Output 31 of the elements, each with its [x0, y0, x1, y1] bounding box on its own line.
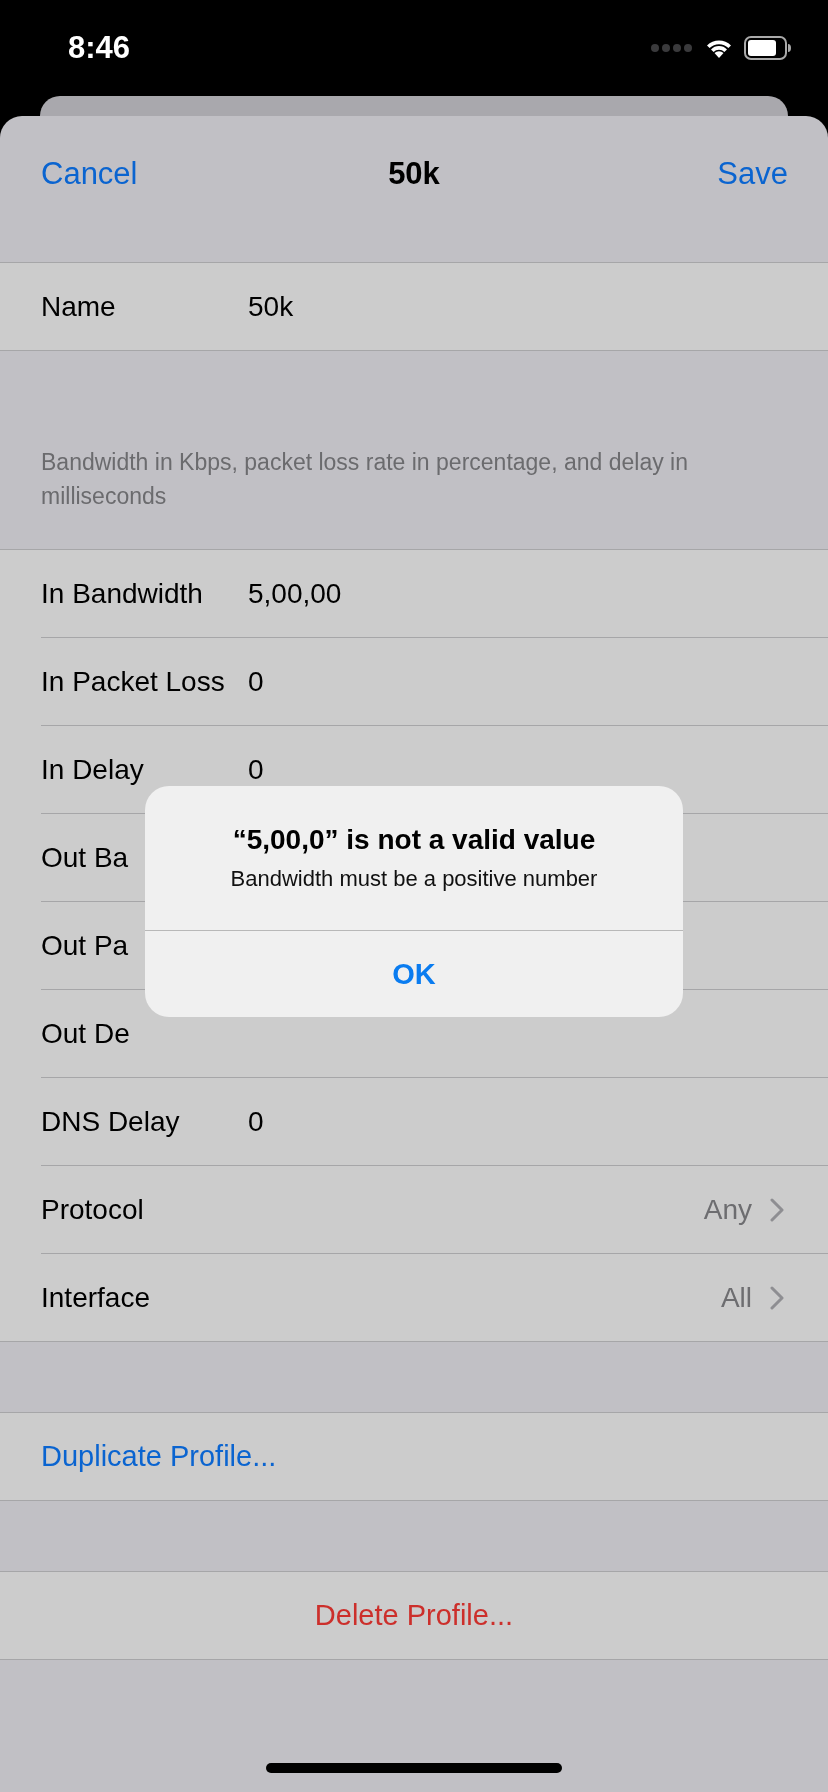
- sheet-title: 50k: [388, 156, 440, 192]
- alert-title: “5,00,0” is not a valid value: [232, 824, 596, 856]
- save-button[interactable]: Save: [717, 156, 788, 192]
- alert-message: Bandwidth must be a positive number: [230, 866, 598, 892]
- field-label: Out De: [41, 1017, 131, 1050]
- chevron-icon: [770, 1197, 784, 1222]
- name-field[interactable]: 50k: [248, 290, 294, 323]
- field-label: Out Ba: [41, 841, 130, 874]
- value-field[interactable]: 5,00,00: [248, 577, 342, 610]
- chevron-icon: [770, 1285, 784, 1310]
- ok-button[interactable]: OK: [145, 930, 683, 1017]
- value-field[interactable]: 0: [248, 1105, 264, 1138]
- picker-value[interactable]: Any: [703, 1193, 752, 1226]
- cancel-button[interactable]: Cancel: [41, 156, 138, 192]
- battery-icon: [744, 36, 792, 60]
- field-label: Interface: [41, 1281, 151, 1314]
- field-label: DNS Delay: [41, 1105, 181, 1138]
- field-label: In Delay: [41, 753, 145, 786]
- field-label: In Packet Loss: [41, 665, 226, 698]
- section-footer: Bandwidth in Kbps, packet loss rate in percentage, and delay in milliseconds: [0, 351, 828, 549]
- picker-value[interactable]: All: [720, 1281, 752, 1314]
- field-label: Protocol: [41, 1193, 145, 1226]
- delete-profile-link[interactable]: Delete Profile...: [314, 1599, 514, 1632]
- value-field[interactable]: 0: [248, 753, 264, 786]
- duplicate-profile-link[interactable]: Duplicate Profile...: [41, 1440, 277, 1473]
- field-label: In Bandwidth: [41, 577, 204, 610]
- value-field[interactable]: 0: [248, 665, 264, 698]
- field-label: Out Pa: [41, 929, 130, 962]
- signal-dots-icon: [650, 43, 694, 53]
- status-time: 8:46: [68, 30, 131, 66]
- field-label: Name: [41, 290, 117, 323]
